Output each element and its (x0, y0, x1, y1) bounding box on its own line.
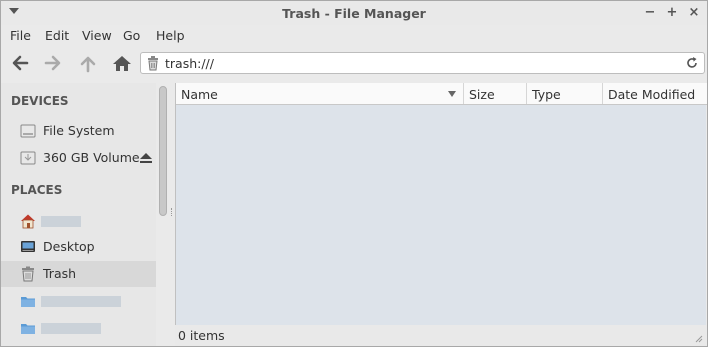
back-button[interactable] (7, 51, 33, 75)
location-bar[interactable]: trash:/// (140, 52, 705, 74)
removable-drive-icon (20, 151, 36, 165)
sidebar-scrollbar[interactable] (159, 86, 167, 216)
reload-icon[interactable] (685, 56, 699, 70)
menu-bar: File Edit View Go Help (1, 25, 707, 47)
up-button[interactable] (75, 51, 101, 75)
sidebar-item-desktop[interactable]: Desktop (1, 234, 156, 260)
sidebar-item-file-system[interactable]: File System (1, 118, 156, 144)
file-manager-window: Trash - File Manager − + × File Edit Vie… (0, 0, 708, 347)
sort-descending-icon (448, 91, 456, 97)
menu-view[interactable]: View (82, 28, 112, 43)
redacted-label (41, 216, 81, 227)
splitter-grip (171, 208, 174, 216)
close-button[interactable]: × (685, 4, 703, 22)
status-bar: 0 items (175, 325, 706, 346)
menu-go[interactable]: Go (123, 28, 140, 43)
location-input[interactable]: trash:/// (165, 56, 214, 71)
redacted-label (41, 323, 101, 334)
menu-file[interactable]: File (10, 28, 31, 43)
menu-help[interactable]: Help (156, 28, 185, 43)
redacted-label (41, 296, 121, 307)
menu-edit[interactable]: Edit (45, 28, 69, 43)
desktop-icon (21, 241, 35, 252)
column-size-label: Size (469, 87, 495, 102)
sidebar-item-label: File System (43, 123, 115, 138)
back-arrow-icon (12, 55, 29, 71)
forward-arrow-icon (44, 55, 61, 71)
sidebar: DEVICES File System 360 GB Volume PLACES (1, 83, 156, 346)
maximize-button[interactable]: + (663, 4, 681, 22)
sidebar-item-label: Desktop (43, 239, 95, 254)
home-button[interactable] (109, 51, 135, 75)
home-icon (21, 214, 35, 229)
devices-heading: DEVICES (11, 94, 69, 108)
column-header-bar: Name Size Type Date Modified (176, 83, 707, 105)
column-type-label: Type (532, 87, 561, 102)
sidebar-item-folder[interactable] (1, 315, 156, 341)
column-name[interactable]: Name (176, 83, 464, 104)
forward-button[interactable] (40, 51, 66, 75)
column-type[interactable]: Type (527, 83, 603, 104)
folder-icon (21, 297, 35, 307)
sidebar-item-folder[interactable] (1, 288, 156, 314)
home-icon (113, 56, 131, 71)
sidebar-item-trash[interactable]: Trash (1, 261, 156, 287)
trash-icon (22, 266, 34, 282)
sidebar-item-360gb-volume[interactable]: 360 GB Volume (1, 145, 156, 171)
item-count: 0 items (178, 328, 225, 343)
title-bar[interactable]: Trash - File Manager − + × (1, 1, 707, 25)
column-date-modified[interactable]: Date Modified (603, 83, 707, 104)
window-title: Trash - File Manager (282, 6, 426, 21)
eject-icon[interactable] (139, 152, 153, 164)
drive-icon (20, 124, 36, 138)
trash-icon (148, 56, 158, 71)
sidebar-item-home[interactable] (1, 208, 156, 234)
column-size[interactable]: Size (464, 83, 527, 104)
folder-icon (21, 324, 35, 334)
minimize-button[interactable]: − (641, 4, 659, 22)
resize-grip-icon[interactable] (695, 335, 703, 343)
up-arrow-icon (80, 56, 96, 73)
sidebar-item-label: 360 GB Volume (43, 150, 140, 165)
sidebar-item-label: Trash (43, 266, 77, 281)
column-date-label: Date Modified (608, 87, 696, 102)
places-heading: PLACES (11, 183, 63, 197)
file-list[interactable]: Name Size Type Date Modified (175, 83, 707, 325)
column-name-label: Name (181, 87, 218, 102)
